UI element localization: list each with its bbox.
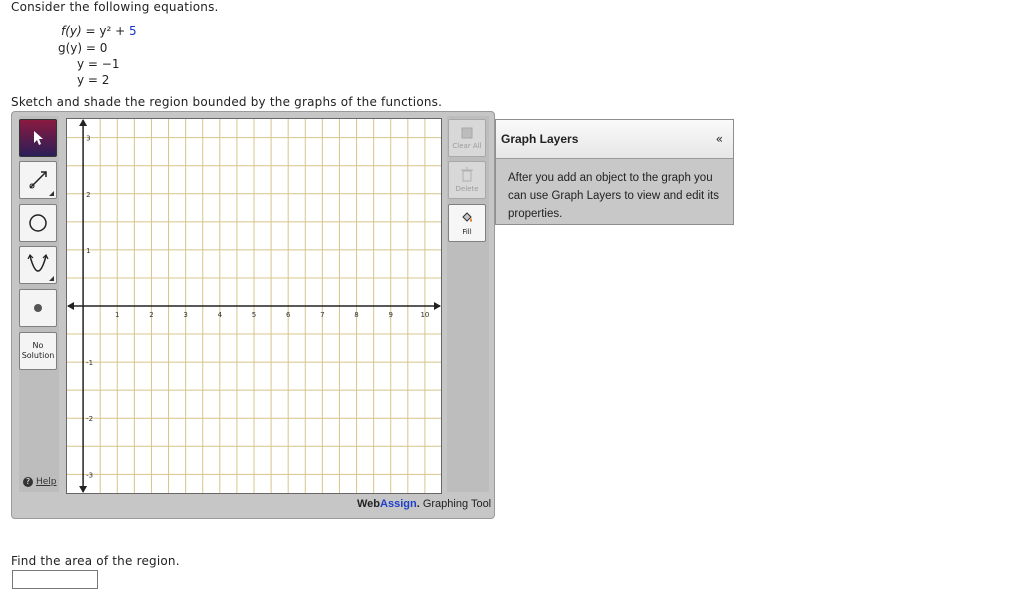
graph-layers-header[interactable]: Graph Layers « (496, 120, 733, 159)
line-tool-button[interactable] (19, 161, 57, 199)
area-answer-input[interactable] (12, 570, 98, 589)
webassign-brand: WebAssign. Graphing Tool (357, 498, 492, 510)
x-tick-label: 2 (149, 311, 153, 319)
question-intro: Consider the following equations. (11, 0, 219, 14)
point-tool-button[interactable] (19, 289, 57, 327)
x-tick-label: 8 (354, 311, 358, 319)
graph-layers-panel: Graph Layers « After you add an object t… (495, 119, 734, 225)
x-tick-label: 7 (320, 311, 324, 319)
help-icon: ? (23, 477, 33, 487)
x-tick-label: 10 (420, 311, 429, 319)
y-tick-label: 1 (86, 247, 90, 255)
x-tick-label: 9 (388, 311, 392, 319)
graph-canvas[interactable]: 1 2 3 4 5 6 7 8 9 10 3 2 1 -1 -2 -3 (66, 118, 442, 494)
cursor-arrow-icon (34, 131, 43, 145)
clear-all-button[interactable]: Clear All (448, 119, 486, 157)
graph-grid[interactable]: 1 2 3 4 5 6 7 8 9 10 3 2 1 -1 -2 -3 (66, 118, 442, 494)
graph-layers-title: Graph Layers (501, 132, 579, 146)
no-solution-button[interactable]: No Solution (19, 332, 57, 370)
delete-button[interactable]: Delete (448, 161, 486, 199)
circle-tool-button[interactable] (19, 204, 57, 242)
x-tick-label: 6 (286, 311, 291, 319)
y-tick-label: -3 (86, 471, 93, 479)
fill-label: Fill (462, 228, 472, 236)
line-segment-icon (29, 171, 47, 189)
x-axis-arrow-right-icon (434, 302, 441, 310)
pointer-tool-button[interactable] (19, 119, 57, 157)
trash-icon (461, 167, 473, 182)
point-icon (34, 304, 42, 312)
no-solution-label-line1: No (32, 341, 44, 350)
x-tick-label: 3 (183, 311, 187, 319)
fill-button[interactable]: Fill (448, 204, 486, 242)
submenu-indicator-icon (49, 276, 54, 281)
equation-f: f(y) = y² + 5 (61, 24, 137, 38)
parabola-tool-button[interactable] (19, 246, 57, 284)
parabola-icon (27, 253, 49, 272)
x-tick-label: 5 (252, 311, 256, 319)
x-tick-label: 1 (115, 311, 119, 319)
equation-y-lower: y = −1 (77, 57, 120, 71)
equation-g: g(y) = 0 (58, 41, 108, 55)
x-tick-label: 4 (218, 311, 223, 319)
clear-all-icon (461, 127, 473, 139)
y-axis-arrow-down-icon (79, 486, 88, 493)
y-tick-label: -1 (86, 359, 93, 367)
circle-icon (29, 214, 47, 232)
submenu-indicator-icon (49, 191, 54, 196)
clear-all-label: Clear All (452, 142, 482, 150)
y-tick-label: 3 (86, 135, 90, 143)
x-axis-arrow-left-icon (67, 302, 74, 310)
graph-layers-help-text: After you add an object to the graph you… (508, 172, 719, 220)
collapse-chevron-icon[interactable]: « (716, 132, 723, 146)
delete-label: Delete (455, 185, 479, 193)
help-label: Help (36, 477, 57, 487)
equation-y-upper: y = 2 (77, 73, 110, 87)
area-prompt: Find the area of the region. (11, 554, 180, 568)
y-axis-arrow-up-icon (79, 119, 88, 126)
sketch-prompt: Sketch and shade the region bounded by t… (11, 95, 443, 109)
no-solution-label-line2: Solution (21, 351, 55, 360)
help-link[interactable]: ? Help (23, 477, 57, 487)
y-tick-label: 2 (86, 191, 90, 199)
y-tick-label: -2 (86, 415, 93, 423)
paint-bucket-icon (462, 212, 472, 222)
